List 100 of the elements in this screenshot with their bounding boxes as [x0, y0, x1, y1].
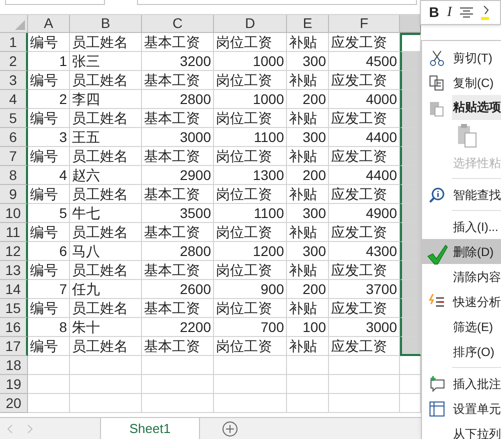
table-cell[interactable]: 员工姓名 — [70, 185, 142, 204]
table-cell[interactable]: 编号 — [28, 337, 70, 356]
table-cell[interactable]: 员工姓名 — [70, 337, 142, 356]
table-cell[interactable]: 3000 — [142, 128, 214, 147]
column-header[interactable]: D — [214, 15, 287, 33]
table-cell[interactable]: 200 — [287, 280, 329, 299]
table-cell[interactable]: 编号 — [28, 33, 70, 52]
table-cell[interactable]: 编号 — [28, 109, 70, 128]
table-cell[interactable]: 补贴 — [287, 261, 329, 280]
table-cell[interactable]: 基本工资 — [142, 33, 214, 52]
table-cell[interactable]: 补贴 — [287, 147, 329, 166]
table-cell[interactable]: 3 — [28, 128, 70, 147]
row-header[interactable]: 1 — [0, 33, 28, 52]
row-header[interactable]: 13 — [0, 261, 28, 280]
table-cell[interactable]: 基本工资 — [142, 147, 214, 166]
column-header[interactable]: C — [142, 15, 214, 33]
row-header[interactable]: 9 — [0, 185, 28, 204]
bold-button[interactable]: B — [429, 2, 440, 23]
row-header[interactable]: 15 — [0, 299, 28, 318]
table-cell[interactable]: 8 — [28, 318, 70, 337]
table-cell[interactable]: 7 — [28, 280, 70, 299]
row-header[interactable]: 19 — [0, 375, 28, 394]
table-cell[interactable]: 基本工资 — [142, 109, 214, 128]
table-cell[interactable]: 1000 — [214, 52, 287, 71]
table-cell[interactable]: 编号 — [28, 71, 70, 90]
table-cell[interactable]: 6 — [28, 242, 70, 261]
table-cell[interactable]: 编号 — [28, 261, 70, 280]
table-cell[interactable]: 编号 — [28, 185, 70, 204]
menu-item[interactable]: 剪切(T) — [422, 45, 501, 70]
formula-bar[interactable] — [137, 0, 417, 5]
table-cell[interactable]: 牛七 — [70, 204, 142, 223]
table-cell[interactable]: 1 — [28, 52, 70, 71]
table-cell[interactable]: 4 — [28, 166, 70, 185]
table-cell[interactable]: 300 — [287, 242, 329, 261]
column-header[interactable]: F — [329, 15, 400, 33]
table-cell[interactable]: 员工姓名 — [70, 299, 142, 318]
table-cell[interactable]: 300 — [287, 128, 329, 147]
row-header[interactable]: 2 — [0, 52, 28, 71]
row-header[interactable]: 6 — [0, 128, 28, 147]
table-cell[interactable]: 岗位工资 — [214, 71, 287, 90]
select-all-icon[interactable] — [15, 20, 25, 30]
table-cell[interactable]: 补贴 — [287, 33, 329, 52]
row-header[interactable]: 11 — [0, 223, 28, 242]
table-cell[interactable]: 700 — [214, 318, 287, 337]
table-cell[interactable]: 补贴 — [287, 337, 329, 356]
table-cell[interactable]: 100 — [287, 318, 329, 337]
table-cell[interactable]: 岗位工资 — [214, 261, 287, 280]
row-header[interactable]: 4 — [0, 90, 28, 109]
table-cell[interactable]: 1200 — [214, 242, 287, 261]
column-header[interactable]: A — [28, 15, 70, 33]
table-cell[interactable]: 赵六 — [70, 166, 142, 185]
sheet-tab[interactable]: Sheet1 — [100, 418, 200, 439]
table-cell[interactable]: 王五 — [70, 128, 142, 147]
table-cell[interactable]: 1300 — [214, 166, 287, 185]
table-cell[interactable]: 员工姓名 — [70, 33, 142, 52]
table-cell[interactable]: 补贴 — [287, 109, 329, 128]
table-cell[interactable]: 张三 — [70, 52, 142, 71]
highlighter-icon[interactable] — [480, 4, 489, 20]
table-cell[interactable]: 岗位工资 — [214, 337, 287, 356]
menu-item[interactable]: 复制(C) — [422, 70, 501, 95]
table-cell[interactable]: 1100 — [214, 204, 287, 223]
table-cell[interactable]: 岗位工资 — [214, 33, 287, 52]
table-cell[interactable]: 朱十 — [70, 318, 142, 337]
table-cell[interactable]: 5 — [28, 204, 70, 223]
table-cell[interactable]: 任九 — [70, 280, 142, 299]
table-cell[interactable]: 3200 — [142, 52, 214, 71]
row-header[interactable]: 12 — [0, 242, 28, 261]
table-cell[interactable]: 员工姓名 — [70, 261, 142, 280]
menu-item[interactable]: 设置单元 — [422, 396, 501, 421]
table-cell[interactable]: 200 — [287, 166, 329, 185]
table-cell[interactable]: 岗位工资 — [214, 109, 287, 128]
row-header[interactable]: 10 — [0, 204, 28, 223]
table-cell[interactable]: 2900 — [142, 166, 214, 185]
menu-item[interactable]: 从下拉列 — [422, 421, 501, 439]
menu-item[interactable]: 删除(D) — [422, 239, 501, 264]
table-cell[interactable]: 岗位工资 — [214, 299, 287, 318]
table-cell[interactable]: 1100 — [214, 128, 287, 147]
align-center-icon[interactable] — [460, 7, 473, 18]
row-header[interactable]: 3 — [0, 71, 28, 90]
table-cell[interactable]: 员工姓名 — [70, 147, 142, 166]
table-cell[interactable]: 补贴 — [287, 71, 329, 90]
table-cell[interactable]: 2 — [28, 90, 70, 109]
table-cell[interactable]: 1000 — [214, 90, 287, 109]
table-cell[interactable]: 2800 — [142, 90, 214, 109]
table-cell[interactable] — [400, 33, 421, 52]
row-header[interactable]: 5 — [0, 109, 28, 128]
table-cell[interactable]: 900 — [214, 280, 287, 299]
row-header[interactable]: 16 — [0, 318, 28, 337]
table-cell[interactable]: 员工姓名 — [70, 223, 142, 242]
table-cell[interactable]: 补贴 — [287, 299, 329, 318]
table-cell[interactable]: 2200 — [142, 318, 214, 337]
table-cell[interactable]: 基本工资 — [142, 223, 214, 242]
table-cell[interactable]: 李四 — [70, 90, 142, 109]
table-cell[interactable]: 3500 — [142, 204, 214, 223]
menu-item[interactable]: 快速分析 — [422, 289, 501, 314]
table-cell[interactable]: 编号 — [28, 223, 70, 242]
menu-item[interactable]: 插入批注 — [422, 371, 501, 396]
table-cell[interactable]: 300 — [287, 204, 329, 223]
row-header[interactable]: 8 — [0, 166, 28, 185]
menu-item[interactable]: 智能查找 — [422, 182, 501, 207]
